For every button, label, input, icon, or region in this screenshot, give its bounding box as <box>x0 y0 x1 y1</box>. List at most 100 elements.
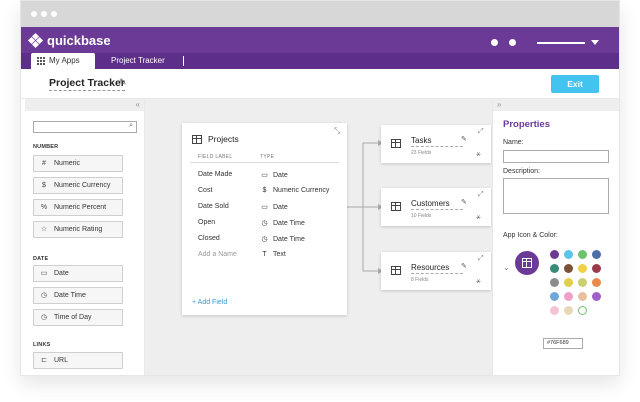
field-label[interactable]: Date Sold <box>198 203 229 210</box>
hex-color-input[interactable]: #76F689 <box>543 338 583 349</box>
pencil-icon[interactable]: ✎ <box>461 135 467 143</box>
field-type-text: Date Time <box>273 219 305 227</box>
color-swatch[interactable] <box>592 292 601 301</box>
collapse-icon[interactable]: ⤡ <box>334 126 340 136</box>
field-type-text: Numeric Currency <box>273 187 330 194</box>
divider <box>190 162 339 163</box>
exit-button[interactable]: Exit <box>551 75 599 93</box>
field-type-time-of-day[interactable]: ◷ Time of Day <box>33 309 123 326</box>
color-swatch[interactable] <box>578 278 587 287</box>
search-input[interactable]: ⌕ <box>33 121 137 133</box>
color-swatch[interactable] <box>578 250 587 259</box>
table-icon <box>192 135 202 144</box>
color-swatch[interactable] <box>578 264 587 273</box>
color-swatch[interactable] <box>550 306 559 315</box>
color-swatch[interactable] <box>550 278 559 287</box>
expand-icon[interactable]: ⤢ <box>478 191 484 199</box>
pencil-icon[interactable]: ✎ <box>119 77 127 88</box>
browser-titlebar <box>21 1 619 27</box>
app-title[interactable]: Project Tracker <box>49 77 125 91</box>
field-type-label: Numeric Currency <box>54 182 111 189</box>
field-label[interactable]: Open <box>198 219 215 226</box>
tab-project-tracker[interactable]: Project Tracker <box>111 53 165 69</box>
projects-table-card[interactable]: Projects ⤡ FIELD LABEL TYPE Date Made ▭ D… <box>182 123 347 315</box>
color-swatch[interactable] <box>564 292 573 301</box>
field-type-numeric-rating[interactable]: ☆ Numeric Rating <box>33 221 123 238</box>
tab-my-apps[interactable]: My Apps <box>31 53 95 69</box>
color-swatch[interactable] <box>578 306 587 315</box>
color-swatch[interactable] <box>592 250 601 259</box>
field-type-date[interactable]: ▭ Date <box>33 265 123 282</box>
color-swatch[interactable] <box>550 292 559 301</box>
hash-icon: # <box>42 160 46 167</box>
field-type-date-time[interactable]: ◷ Date Time <box>33 287 123 304</box>
related-table-customers[interactable]: Customers 10 Fields ✎ ⤢ ⚹ <box>381 188 491 226</box>
color-swatch[interactable] <box>550 264 559 273</box>
tab-bar: My Apps Project Tracker <box>21 53 619 69</box>
field-type-text: Date <box>273 171 288 179</box>
chevron-down-icon[interactable] <box>591 40 599 45</box>
field-type-numeric[interactable]: # Numeric <box>33 155 123 172</box>
relationship-icon[interactable]: ⚹ <box>476 276 481 286</box>
calendar-icon: ▭ <box>40 270 48 277</box>
field-count: 10 Fields <box>411 213 432 219</box>
calendar-clock-icon: ◷ <box>40 292 48 299</box>
field-type-numeric-percent[interactable]: % Numeric Percent <box>33 199 123 216</box>
color-swatch[interactable] <box>578 292 587 301</box>
window-dot <box>51 11 57 17</box>
pencil-icon[interactable]: ✎ <box>461 262 467 270</box>
app-window: quickbase My Apps Project Tracker Projec… <box>20 0 620 376</box>
field-type: ▭ Date <box>260 171 288 180</box>
search-icon: ⌕ <box>129 122 133 129</box>
column-header-type: TYPE <box>260 154 275 160</box>
window-dot <box>41 11 47 17</box>
related-table-resources[interactable]: Resources 8 Fields ✎ ⤢ ⚹ <box>381 252 491 290</box>
calendar-icon: ▭ <box>261 172 268 179</box>
field-type: ◷ Date Time <box>260 235 304 244</box>
user-menu[interactable] <box>537 42 585 44</box>
name-label: Name: <box>503 139 524 146</box>
color-swatch[interactable] <box>550 250 559 259</box>
help-icon[interactable] <box>509 39 516 46</box>
field-type: ▭ Date <box>260 203 288 212</box>
add-field-link[interactable]: + Add Field <box>192 299 227 306</box>
description-field[interactable] <box>503 178 609 214</box>
app-header: quickbase <box>21 27 619 53</box>
dollar-icon: $ <box>262 187 267 194</box>
section-links: LINKS <box>33 342 51 348</box>
text-icon: T <box>262 251 267 258</box>
expand-icon[interactable]: ⤢ <box>478 255 484 263</box>
pencil-icon[interactable]: ✎ <box>461 198 467 206</box>
color-swatch[interactable] <box>564 250 573 259</box>
column-header-label: FIELD LABEL <box>198 154 233 160</box>
section-date: DATE <box>33 256 49 262</box>
color-swatch[interactable] <box>564 306 573 315</box>
field-label[interactable]: Cost <box>198 187 212 194</box>
quickbase-logo[interactable]: quickbase <box>27 32 111 48</box>
field-type-numeric-currency[interactable]: $ Numeric Currency <box>33 177 123 194</box>
apps-grid-icon <box>37 57 45 65</box>
app-icon-preview[interactable] <box>515 251 539 275</box>
table-icon <box>391 139 401 148</box>
relationship-icon[interactable]: ⚹ <box>476 149 481 159</box>
color-swatch[interactable] <box>564 264 573 273</box>
add-name-input[interactable]: Add a Name <box>198 251 237 258</box>
collapse-left-icon[interactable]: « <box>25 99 144 111</box>
field-type-text: Text <box>273 251 286 258</box>
field-type-label: Date Time <box>54 292 86 299</box>
schema-canvas: Projects ⤡ FIELD LABEL TYPE Date Made ▭ D… <box>145 99 492 375</box>
expand-icon[interactable]: ⤢ <box>478 128 484 136</box>
window-dot <box>31 11 37 17</box>
chevron-down-icon[interactable]: ⌄ <box>503 263 510 272</box>
color-swatch[interactable] <box>592 264 601 273</box>
field-label[interactable]: Date Made <box>198 171 232 178</box>
field-type-url[interactable]: ⊏ URL <box>33 352 123 369</box>
name-field[interactable] <box>503 150 609 163</box>
collapse-right-icon[interactable]: » <box>493 99 619 111</box>
field-label[interactable]: Closed <box>198 235 220 242</box>
relationship-icon[interactable]: ⚹ <box>476 212 481 222</box>
color-swatch[interactable] <box>564 278 573 287</box>
related-table-tasks[interactable]: Tasks 23 Fields ✎ ⤢ ⚹ <box>381 125 491 163</box>
color-swatch[interactable] <box>592 278 601 287</box>
notification-icon[interactable] <box>491 39 498 46</box>
